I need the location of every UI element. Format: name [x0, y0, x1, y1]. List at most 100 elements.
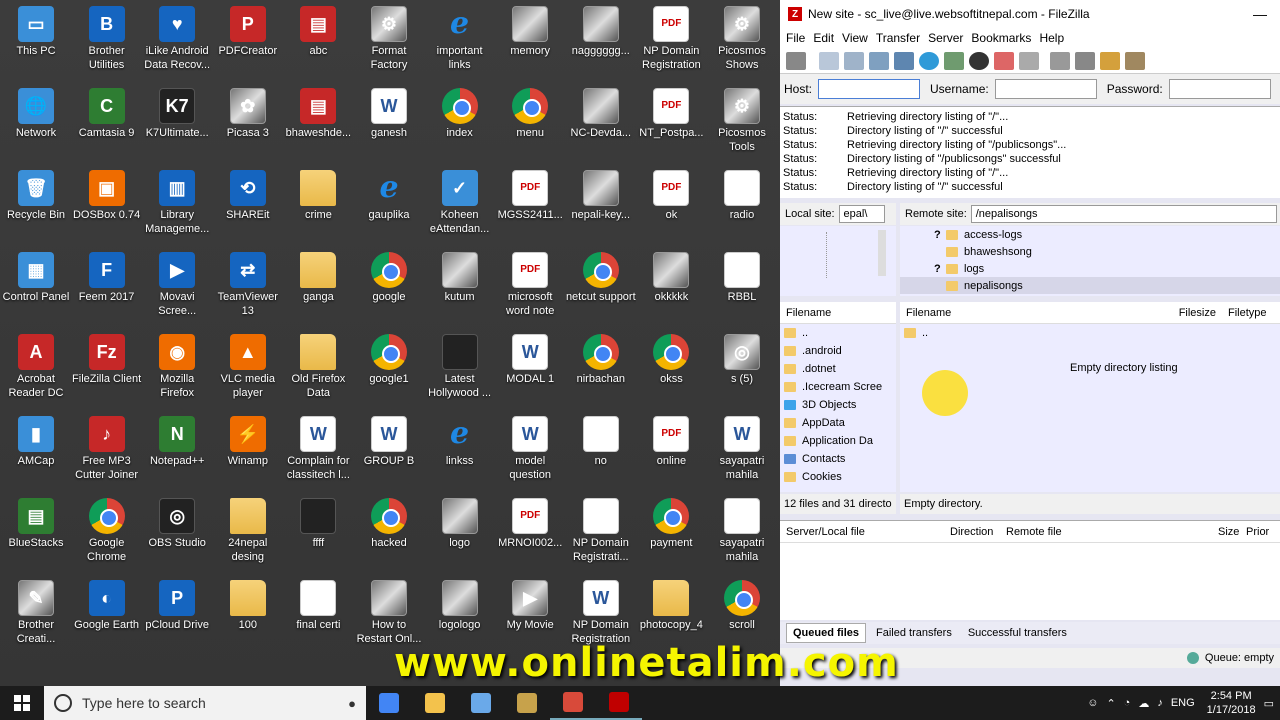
desktop-icon[interactable]: N Notepad++: [142, 416, 212, 468]
desktop-icon[interactable]: scroll: [707, 580, 777, 632]
desktop-icon[interactable]: PDF microsoft word note: [495, 252, 565, 318]
remote-tree-item[interactable]: ? logs: [900, 260, 1280, 277]
desktop-icon[interactable]: Old Firefox Data: [283, 334, 353, 400]
transfer-queue[interactable]: Server/Local file Direction Remote file …: [780, 520, 1280, 620]
desktop-icon[interactable]: ▮ AMCap: [1, 416, 71, 468]
desktop-icon[interactable]: crime: [283, 170, 353, 222]
remote-tree-item[interactable]: nepalisongs: [900, 277, 1280, 294]
desktop-icon[interactable]: ⚙ Picosmos Shows: [707, 6, 777, 72]
toggle-local-tree-icon[interactable]: [844, 51, 864, 70]
desktop-icon[interactable]: 🌐 Network: [1, 88, 71, 140]
toggle-queue-icon[interactable]: [894, 51, 914, 70]
local-site-path[interactable]: epal\: [838, 205, 885, 223]
desktop-icon[interactable]: nagggggg...: [566, 6, 636, 58]
desktop-icon[interactable]: ▦ Control Panel: [1, 252, 71, 304]
desktop-icon[interactable]: ⚙ Picosmos Tools: [707, 88, 777, 154]
desktop-icon[interactable]: ▤ bhaweshde...: [283, 88, 353, 140]
taskbar-app[interactable]: [504, 686, 550, 720]
desktop-icon[interactable]: logologo: [425, 580, 495, 632]
desktop-icon[interactable]: ⇄ TeamViewer 13: [213, 252, 283, 318]
desktop-icon[interactable]: ♥ iLike Android Data Recov...: [142, 6, 212, 72]
language-indicator[interactable]: ENG: [1171, 697, 1195, 709]
local-directory-tree[interactable]: [780, 226, 896, 296]
volume-icon[interactable]: ♪: [1157, 697, 1163, 709]
clock[interactable]: 2:54 PM 1/17/2018: [1207, 689, 1256, 717]
desktop-icon[interactable]: ▶ Movavi Scree...: [142, 252, 212, 318]
desktop-icon[interactable]: B Brother Utilities: [72, 6, 142, 72]
desktop-icon[interactable]: 🗑 Recycle Bin: [1, 170, 71, 222]
reconnect-icon[interactable]: [1019, 51, 1039, 70]
local-file-row[interactable]: 3D Objects: [780, 396, 896, 414]
notifications-icon[interactable]: ▭: [1264, 697, 1274, 710]
desktop-icon[interactable]: How to Restart Onl...: [354, 580, 424, 646]
desktop-icon[interactable]: Wsayapatri mahila: [707, 416, 777, 482]
desktop-icon[interactable]: ▤ BlueStacks: [1, 498, 71, 550]
local-file-row[interactable]: Application Da: [780, 432, 896, 450]
remote-filetype-header[interactable]: Filetype: [1222, 307, 1267, 319]
username-input[interactable]: [994, 79, 1097, 99]
taskbar-search[interactable]: Type here to search ●: [44, 686, 366, 720]
queue-remote-header[interactable]: Remote file: [1006, 526, 1218, 538]
desktop-icon[interactable]: e gauplika: [354, 170, 424, 222]
menu-view[interactable]: View: [842, 31, 876, 45]
desktop-icon[interactable]: ⟲ SHAREit: [213, 170, 283, 222]
desktop-icon[interactable]: ◐ Google Earth: [72, 580, 142, 632]
desktop-icon[interactable]: okkkkk: [636, 252, 706, 304]
desktop-icon[interactable]: payment: [636, 498, 706, 550]
desktop-icon[interactable]: google: [354, 252, 424, 304]
remote-filename-header[interactable]: Filename: [900, 307, 1156, 319]
desktop-icon[interactable]: ▶ My Movie: [495, 580, 565, 632]
password-input[interactable]: [1168, 79, 1271, 99]
process-queue-icon[interactable]: [944, 51, 964, 70]
desktop-icon[interactable]: nepali-key...: [566, 170, 636, 222]
desktop-icon[interactable]: okss: [636, 334, 706, 386]
desktop-icon[interactable]: final certi: [283, 580, 353, 632]
menu-file[interactable]: File: [786, 31, 813, 45]
desktop-icon[interactable]: Latest Hollywood ...: [425, 334, 495, 400]
local-file-row[interactable]: Contacts: [780, 450, 896, 468]
desktop-icon[interactable]: ◉ Mozilla Firefox: [142, 334, 212, 400]
desktop-icon[interactable]: logo: [425, 498, 495, 550]
taskbar-app[interactable]: [550, 686, 596, 720]
desktop-icon[interactable]: A Acrobat Reader DC: [1, 334, 71, 400]
desktop-icon[interactable]: PpCloud Drive: [142, 580, 212, 632]
taskbar-app[interactable]: [596, 686, 642, 720]
desktop-icon[interactable]: ▤ abc: [283, 6, 353, 58]
menu-help[interactable]: Help: [1039, 31, 1072, 45]
minimize-button[interactable]: —: [1240, 6, 1280, 22]
disconnect-icon[interactable]: [994, 51, 1014, 70]
desktop-icon[interactable]: ♪ Free MP3 Cutter Joiner: [72, 416, 142, 482]
desktop-icon[interactable]: F Feem 2017: [72, 252, 142, 304]
cloud-icon[interactable]: ☁: [1138, 697, 1149, 710]
taskbar-app[interactable]: [412, 686, 458, 720]
menu-transfer[interactable]: Transfer: [876, 31, 928, 45]
local-file-row[interactable]: Cookies: [780, 468, 896, 486]
people-icon[interactable]: ☺: [1087, 697, 1098, 709]
taskbar-app[interactable]: [458, 686, 504, 720]
refresh-icon[interactable]: [919, 51, 939, 70]
desktop-icon[interactable]: index: [425, 88, 495, 140]
host-input[interactable]: [818, 79, 921, 99]
desktop-icon[interactable]: ▣ DOSBox 0.74: [72, 170, 142, 222]
desktop-icon[interactable]: 100: [213, 580, 283, 632]
desktop-icon[interactable]: ▭ This PC: [1, 6, 71, 58]
menu-edit[interactable]: Edit: [813, 31, 842, 45]
desktop-icon[interactable]: photocopy_4: [636, 580, 706, 632]
desktop-icon[interactable]: nirbachan: [566, 334, 636, 386]
desktop-icon[interactable]: sayapatri mahila: [707, 498, 777, 564]
queue-direction-header[interactable]: Direction: [950, 526, 1006, 538]
queue-size-header[interactable]: Size: [1218, 526, 1246, 538]
menu-server[interactable]: Server: [928, 31, 971, 45]
desktop-icon[interactable]: ✓ Koheen eAttendan...: [425, 170, 495, 236]
remote-filesize-header[interactable]: Filesize: [1156, 307, 1222, 319]
desktop-icon[interactable]: W GROUP B: [354, 416, 424, 468]
local-file-list[interactable]: Filename .. .android .dotnet .Icecream Scre…: [780, 302, 896, 492]
desktop-icon[interactable]: Wmodel question: [495, 416, 565, 482]
desktop-icon[interactable]: W Complain for classitech l...: [283, 416, 353, 482]
desktop-icon[interactable]: P PDFCreator: [213, 6, 283, 58]
local-file-row[interactable]: .Icecream Scree: [780, 378, 896, 396]
desktop-icon[interactable]: e important links: [425, 6, 495, 72]
desktop-icon[interactable]: ▲ VLC media player: [213, 334, 283, 400]
desktop-icon[interactable]: ▥ Library Manageme...: [142, 170, 212, 236]
local-file-row[interactable]: AppData: [780, 414, 896, 432]
